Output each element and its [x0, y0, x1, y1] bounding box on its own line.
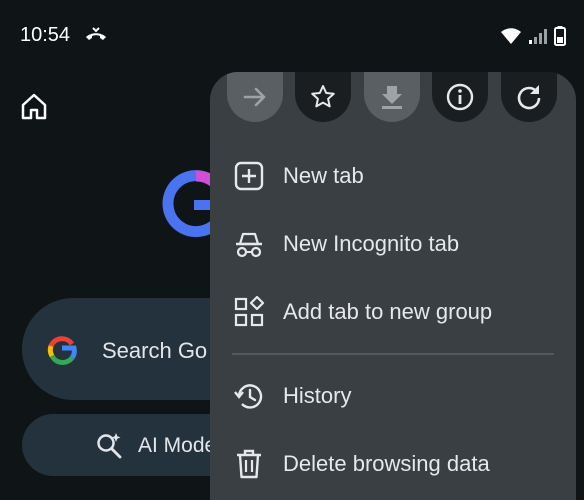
plus-box-icon	[234, 161, 264, 191]
menu-divider	[232, 353, 554, 355]
menu-item-label: History	[283, 383, 352, 408]
forward-icon	[243, 87, 266, 107]
ai-mode-label: AI Mode	[138, 434, 217, 457]
menu-item-new-incognito-tab[interactable]: New Incognito tab	[210, 214, 576, 274]
overflow-menu: New tab New Incognito tab Add tab to new…	[210, 72, 576, 500]
menu-item-label: New tab	[283, 163, 364, 188]
menu-item-label: Delete browsing data	[283, 451, 490, 476]
signal-icon	[529, 29, 547, 44]
menu-item-new-tab[interactable]: New tab	[210, 146, 576, 206]
menu-item-label: Add tab to new group	[283, 299, 493, 324]
page-info-button[interactable]	[432, 72, 488, 122]
status-time: 10:54	[20, 24, 71, 46]
refresh-icon	[517, 85, 541, 110]
search-label: Search Go	[102, 338, 208, 363]
info-icon	[446, 83, 474, 111]
google-g-icon	[47, 336, 77, 365]
history-icon	[234, 384, 263, 409]
call-forward-icon	[86, 27, 106, 40]
incognito-icon	[236, 232, 262, 258]
tab-group-icon	[234, 295, 265, 327]
trash-icon	[237, 449, 261, 479]
wifi-icon	[501, 28, 521, 44]
menu-toolbar	[210, 72, 576, 132]
ai-search-icon	[97, 433, 122, 459]
home-icon[interactable]	[18, 90, 50, 122]
refresh-button[interactable]	[501, 72, 557, 122]
menu-item-delete-browsing-data[interactable]: Delete browsing data	[210, 434, 576, 494]
battery-icon	[554, 26, 566, 46]
bookmark-button[interactable]	[295, 72, 351, 122]
menu-item-label: New Incognito tab	[283, 231, 460, 256]
download-icon	[382, 86, 402, 109]
menu-item-history[interactable]: History	[210, 366, 576, 426]
star-icon	[311, 85, 335, 108]
status-bar: 10:54	[0, 0, 584, 72]
forward-button[interactable]	[227, 72, 283, 122]
menu-item-add-tab-to-new-group[interactable]: Add tab to new group	[210, 282, 576, 342]
download-button[interactable]	[364, 72, 420, 122]
status-icons	[500, 26, 566, 46]
